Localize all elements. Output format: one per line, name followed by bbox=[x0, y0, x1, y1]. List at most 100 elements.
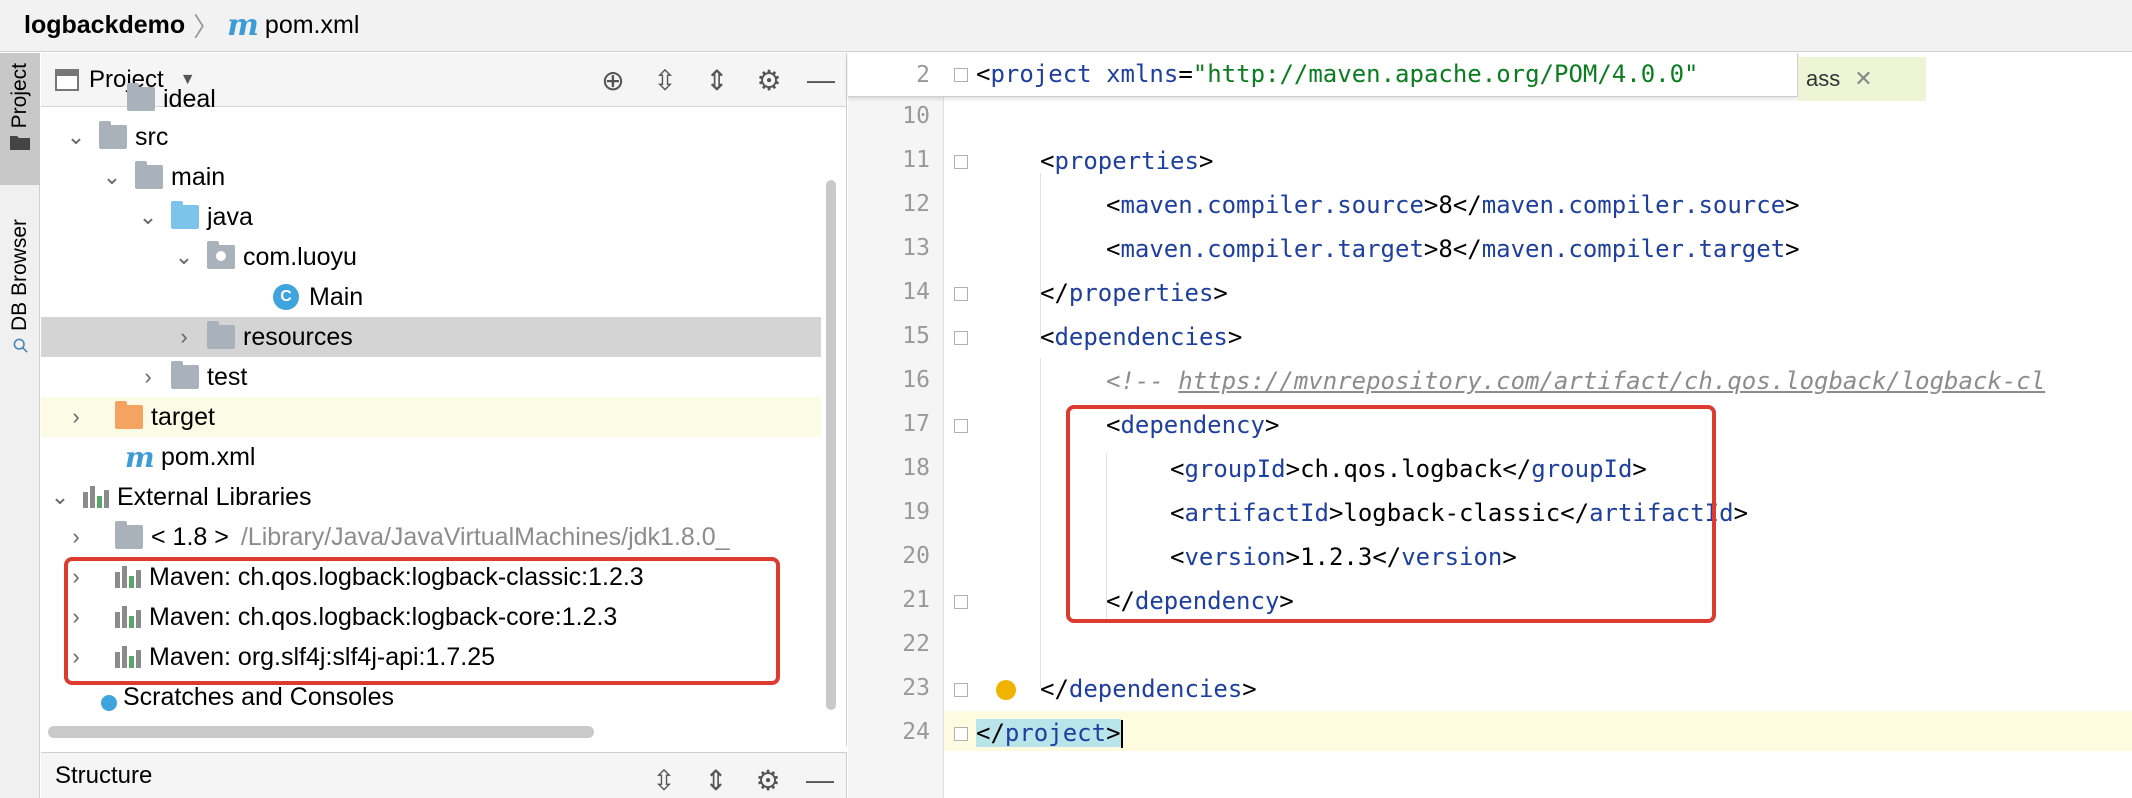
code-line: </properties> bbox=[1040, 279, 1228, 307]
xml-tag: groupId bbox=[1184, 455, 1286, 483]
tree-item-label: com.luoyu bbox=[243, 242, 357, 271]
tree-item-maven-lib[interactable]: › Maven: ch.qos.logback:logback-classic:… bbox=[41, 557, 821, 597]
tree-item-label: ideal bbox=[163, 84, 216, 113]
jdk-path: /Library/Java/JavaVirtualMachines/jdk1.8… bbox=[240, 522, 730, 551]
close-icon[interactable]: ✕ bbox=[1854, 66, 1872, 92]
code-line: <dependency> bbox=[1106, 411, 1280, 439]
fold-marker[interactable] bbox=[954, 68, 968, 82]
folder-icon bbox=[10, 136, 30, 151]
tree-item-external-libraries[interactable]: ⌄ External Libraries bbox=[41, 477, 821, 517]
fold-marker[interactable] bbox=[954, 595, 968, 609]
chevron-down-icon[interactable]: ⌄ bbox=[99, 164, 125, 190]
minimize-icon: — bbox=[806, 764, 834, 795]
tree-item-jdk[interactable]: › < 1.8 > /Library/Java/JavaVirtualMachi… bbox=[41, 517, 821, 557]
chevron-down-icon[interactable]: ⌄ bbox=[135, 204, 161, 230]
code-line: <maven.compiler.source>8</maven.compiler… bbox=[1106, 191, 1800, 219]
editor-tab-partial[interactable]: ass ✕ bbox=[1798, 57, 1926, 101]
tree-item-label: Scratches and Consoles bbox=[123, 682, 394, 711]
breadcrumb-project[interactable]: logbackdemo bbox=[24, 11, 185, 40]
tree-item-maven-lib[interactable]: › Maven: ch.qos.logback:logback-core:1.2… bbox=[41, 597, 821, 637]
library-icon bbox=[115, 646, 141, 668]
chevron-right-icon[interactable]: › bbox=[63, 644, 89, 670]
settings-button[interactable]: ⚙ bbox=[742, 753, 794, 798]
excluded-folder-icon bbox=[115, 401, 143, 429]
indent-guide bbox=[1040, 358, 1041, 688]
chevron-right-icon[interactable]: › bbox=[63, 404, 89, 430]
xml-value: 8 bbox=[1438, 235, 1453, 263]
code-line: <groupId>ch.qos.logback</groupId> bbox=[1170, 455, 1647, 483]
tab-db-browser-label: DB Browser bbox=[8, 219, 31, 332]
maven-file-icon: m bbox=[125, 440, 155, 474]
xml-tag: maven.compiler.source bbox=[1120, 191, 1424, 219]
expand-all-icon: ⇳ bbox=[652, 764, 676, 796]
fold-marker[interactable] bbox=[954, 155, 968, 169]
code-editor[interactable]: 10 11 12 13 14 15 16 17 18 19 20 21 22 2… bbox=[848, 53, 2132, 798]
code-comment: <!-- https://mvnrepository.com/artifact/… bbox=[1106, 367, 2045, 395]
line-number: 10 bbox=[902, 103, 930, 129]
chevron-down-icon[interactable]: ⌄ bbox=[47, 484, 73, 510]
chevron-right-icon[interactable]: › bbox=[63, 604, 89, 630]
line-number: 21 bbox=[902, 587, 930, 613]
xml-tag: dependency bbox=[1120, 411, 1265, 439]
tree-item-label: pom.xml bbox=[161, 442, 256, 471]
fold-marker[interactable] bbox=[954, 419, 968, 433]
line-number: 23 bbox=[902, 675, 930, 701]
xml-tag: version bbox=[1401, 543, 1503, 571]
minimize-button[interactable]: — bbox=[794, 753, 846, 798]
xml-tag: groupId bbox=[1531, 455, 1633, 483]
breadcrumb-file[interactable]: pom.xml bbox=[265, 11, 359, 40]
tree-item-main[interactable]: ⌄ main bbox=[41, 157, 821, 197]
chevron-right-icon[interactable]: › bbox=[63, 524, 89, 550]
resources-folder-icon bbox=[207, 321, 235, 349]
sticky-header[interactable]: 2 <project xmlns="http://maven.apache.or… bbox=[848, 53, 1798, 97]
sticky-tag-text: <project xmlns="http://maven.apache.org/… bbox=[976, 60, 1699, 88]
collapse-all-button[interactable]: ⇕ bbox=[690, 753, 742, 798]
project-horizontal-scrollbar[interactable] bbox=[48, 726, 594, 738]
tree-item-label: Main bbox=[309, 282, 364, 311]
line-number: 12 bbox=[902, 191, 930, 217]
tree-item-label: src bbox=[135, 122, 169, 151]
tree-item-java[interactable]: ⌄ java bbox=[41, 197, 821, 237]
lightbulb-icon[interactable] bbox=[996, 680, 1016, 700]
comment-link[interactable]: https://mvnrepository.com/artifact/ch.qo… bbox=[1178, 367, 2045, 395]
tab-db-browser[interactable]: DB Browser bbox=[0, 219, 40, 449]
fold-marker[interactable] bbox=[954, 727, 968, 741]
tree-item-test[interactable]: › test bbox=[41, 357, 821, 397]
tree-item-main-class[interactable]: C Main bbox=[41, 277, 821, 317]
editor-tab-label: ass bbox=[1806, 66, 1841, 91]
xml-tag: dependencies bbox=[1054, 323, 1228, 351]
maven-file-icon: m bbox=[227, 8, 259, 43]
structure-panel-title[interactable]: Structure bbox=[55, 762, 152, 790]
project-tree: ideal ⌄ src ⌄ main ⌄ java ⌄ com.luoyu C … bbox=[41, 83, 846, 711]
fold-marker[interactable] bbox=[954, 287, 968, 301]
tree-item-label: java bbox=[207, 202, 253, 231]
tree-item-label: Maven: ch.qos.logback:logback-core:1.2.3 bbox=[149, 602, 618, 631]
expand-all-button[interactable]: ⇳ bbox=[638, 753, 690, 798]
tree-item-maven-lib[interactable]: › Maven: org.slf4j:slf4j-api:1.7.25 bbox=[41, 637, 821, 677]
xml-tag: maven.compiler.target bbox=[1120, 235, 1424, 263]
chevron-down-icon[interactable]: ⌄ bbox=[171, 244, 197, 270]
fold-marker[interactable] bbox=[954, 331, 968, 345]
chevron-right-icon[interactable]: › bbox=[135, 364, 161, 390]
chevron-down-icon[interactable]: ⌄ bbox=[63, 124, 89, 150]
library-icon bbox=[115, 606, 141, 628]
chevron-right-icon[interactable]: › bbox=[63, 564, 89, 590]
xml-tag: project bbox=[1004, 719, 1107, 747]
line-number: 17 bbox=[902, 411, 930, 437]
chevron-right-icon[interactable]: › bbox=[171, 324, 197, 350]
tree-item-scratches[interactable]: Scratches and Consoles bbox=[41, 677, 821, 717]
tab-project[interactable]: Project bbox=[0, 53, 40, 185]
fold-marker[interactable] bbox=[954, 683, 968, 697]
db-browser-icon bbox=[13, 338, 28, 353]
xml-tag: dependencies bbox=[1068, 675, 1243, 703]
tree-item-partial[interactable]: ideal bbox=[41, 79, 821, 119]
code-line: <version>1.2.3</version> bbox=[1170, 543, 1517, 571]
tree-item-pom[interactable]: m pom.xml bbox=[41, 437, 821, 477]
tree-item-target[interactable]: › target bbox=[41, 397, 821, 437]
tree-item-package[interactable]: ⌄ com.luoyu bbox=[41, 237, 821, 277]
tree-item-src[interactable]: ⌄ src bbox=[41, 117, 821, 157]
folder-icon bbox=[99, 121, 127, 149]
project-vertical-scrollbar[interactable] bbox=[826, 180, 836, 710]
tree-item-label: < 1.8 > bbox=[151, 522, 229, 551]
tree-item-resources[interactable]: › resources bbox=[41, 317, 821, 357]
